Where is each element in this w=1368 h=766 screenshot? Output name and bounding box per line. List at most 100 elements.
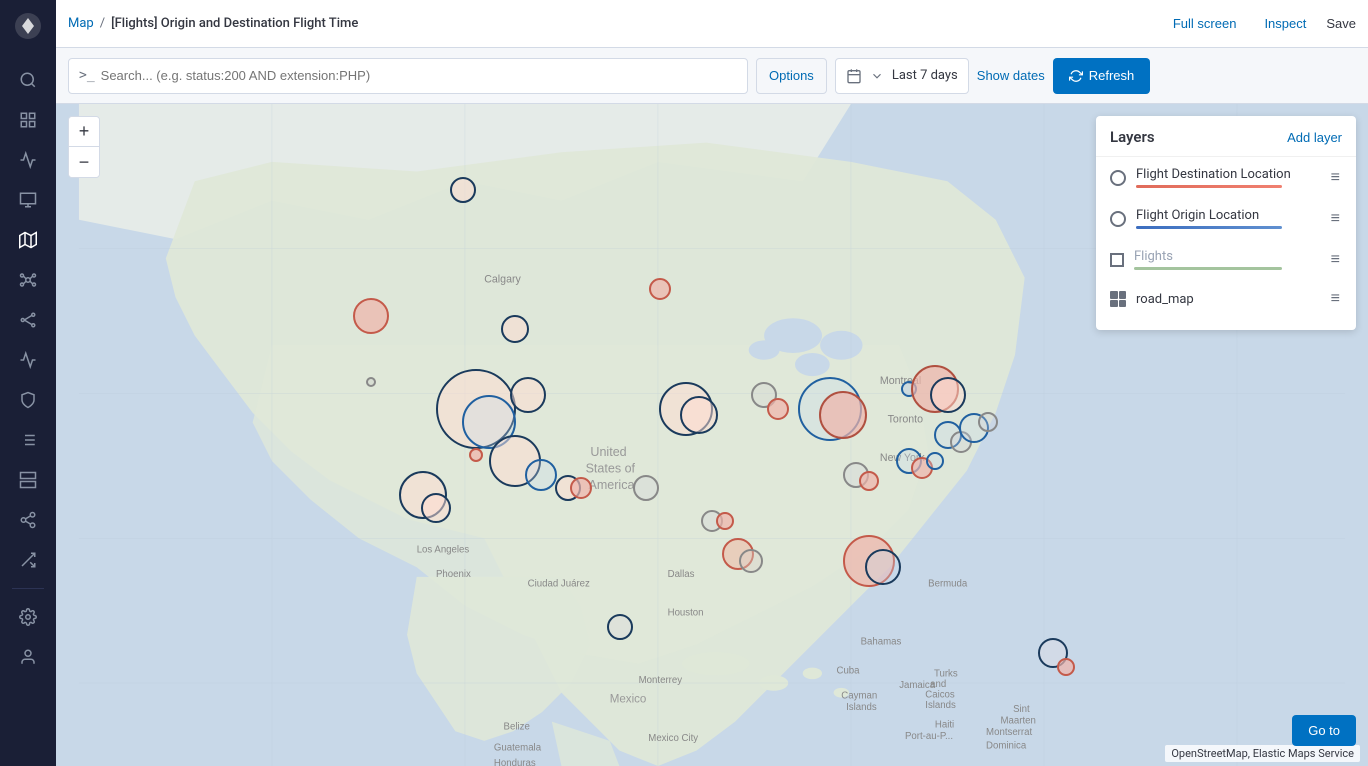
refresh-label: Refresh: [1089, 68, 1135, 83]
marker-calgary[interactable]: [649, 278, 671, 300]
inspect-button[interactable]: Inspect: [1256, 12, 1314, 35]
marker-mexico-city[interactable]: [607, 614, 633, 640]
marker-abq[interactable]: [633, 475, 659, 501]
marker-phoenix-sm[interactable]: [469, 448, 483, 462]
add-layer-button[interactable]: Add layer: [1287, 130, 1342, 145]
sidebar-item-dashboard[interactable]: [10, 102, 46, 138]
svg-text:Caicos: Caicos: [925, 689, 955, 700]
search-input-wrap: >_: [68, 58, 748, 94]
svg-text:Port-au-P...: Port-au-P...: [905, 731, 953, 742]
zoom-in-button[interactable]: +: [69, 117, 99, 147]
search-input[interactable]: [101, 68, 737, 83]
sidebar-item-discover[interactable]: [10, 62, 46, 98]
sidebar-item-logs[interactable]: [10, 422, 46, 458]
sidebar-item-integration[interactable]: [10, 542, 46, 578]
map-container[interactable]: Calgary Montreal Toronto New York United…: [56, 104, 1368, 766]
refresh-button[interactable]: Refresh: [1053, 58, 1151, 94]
layer-menu-flights[interactable]: ≡: [1329, 251, 1342, 269]
sidebar-item-canvas[interactable]: [10, 182, 46, 218]
layer-info-flights: Flights: [1134, 249, 1319, 270]
layers-title: Layers: [1110, 128, 1155, 146]
marker-west-sm[interactable]: [510, 377, 546, 413]
date-filter[interactable]: Last 7 days: [835, 58, 969, 94]
marker-raleigh2[interactable]: [926, 452, 944, 470]
marker-miami-sm[interactable]: [865, 549, 901, 585]
chevron-down-icon: [870, 69, 884, 83]
marker-pnw[interactable]: [501, 315, 529, 343]
sidebar-item-graph[interactable]: [10, 302, 46, 338]
marker-nw-dot[interactable]: [366, 377, 376, 387]
svg-text:Haiti: Haiti: [935, 719, 954, 730]
sidebar-item-maps[interactable]: [10, 222, 46, 258]
svg-text:Bahamas: Bahamas: [861, 636, 902, 647]
marker-la-med[interactable]: [421, 493, 451, 523]
marker-phoenix-med[interactable]: [525, 459, 557, 491]
layer-item-flights[interactable]: Flights ≡: [1096, 239, 1356, 280]
sidebar-item-infra[interactable]: [10, 462, 46, 498]
svg-text:Turks: Turks: [934, 668, 958, 679]
sidebar: [0, 0, 56, 766]
layer-item-road-map[interactable]: road_map ≡: [1096, 280, 1356, 318]
sidebar-item-uptime[interactable]: [10, 382, 46, 418]
layer-radio-origin[interactable]: [1110, 211, 1126, 227]
breadcrumb-parent[interactable]: Map: [68, 16, 94, 31]
svg-text:Mexico City: Mexico City: [648, 733, 698, 744]
svg-text:Cayman: Cayman: [841, 690, 877, 701]
marker-ny-med[interactable]: [978, 412, 998, 432]
svg-text:Islands: Islands: [846, 702, 877, 713]
zoom-out-button[interactable]: −: [69, 147, 99, 177]
sidebar-divider: [12, 588, 44, 589]
date-range-label: Last 7 days: [892, 68, 958, 83]
svg-text:America: America: [588, 478, 634, 492]
svg-text:Dominica: Dominica: [986, 741, 1027, 752]
app-logo[interactable]: [10, 8, 46, 44]
layer-radio-destination[interactable]: [1110, 170, 1126, 186]
options-button[interactable]: Options: [756, 58, 827, 94]
svg-text:Cuba: Cuba: [836, 665, 860, 676]
marker-denver-med[interactable]: [680, 396, 718, 434]
layer-menu-origin[interactable]: ≡: [1329, 210, 1342, 228]
sidebar-item-share[interactable]: [10, 502, 46, 538]
layer-line-flights: [1134, 267, 1282, 270]
svg-text:States of: States of: [586, 462, 636, 476]
marker-1[interactable]: [450, 177, 476, 203]
marker-atlanta-med[interactable]: [859, 471, 879, 491]
layer-menu-destination[interactable]: ≡: [1329, 169, 1342, 187]
marker-pr-sm[interactable]: [1057, 658, 1075, 676]
layer-name-flights: Flights: [1134, 249, 1319, 264]
main-content: Map / [Flights] Origin and Destination F…: [56, 0, 1368, 766]
topbar: Map / [Flights] Origin and Destination F…: [56, 0, 1368, 48]
layer-item-flight-destination[interactable]: Flight Destination Location ≡: [1096, 157, 1356, 198]
breadcrumb-separator: /: [100, 16, 105, 31]
calendar-icon: [846, 68, 862, 84]
svg-text:Montserrat: Montserrat: [986, 727, 1032, 738]
zoom-controls: + −: [68, 116, 100, 178]
save-button[interactable]: Save: [1326, 16, 1356, 31]
sidebar-item-settings[interactable]: [10, 599, 46, 635]
svg-text:Maarten: Maarten: [1001, 716, 1036, 727]
goto-button[interactable]: Go to: [1292, 715, 1356, 746]
sidebar-item-ml[interactable]: [10, 262, 46, 298]
fullscreen-button[interactable]: Full screen: [1165, 12, 1245, 35]
sidebar-item-user[interactable]: [10, 639, 46, 675]
layer-name-origin: Flight Origin Location: [1136, 208, 1319, 223]
marker-nw-pink[interactable]: [353, 298, 389, 334]
marker-mid-north2[interactable]: [767, 398, 789, 420]
layer-menu-road-map[interactable]: ≡: [1329, 290, 1342, 308]
svg-text:Guatemala: Guatemala: [494, 743, 542, 754]
sidebar-item-visualize[interactable]: [10, 142, 46, 178]
svg-text:United: United: [590, 445, 626, 459]
marker-toronto-med[interactable]: [930, 377, 966, 413]
svg-text:Houston: Houston: [668, 607, 704, 618]
layer-name-road-map: road_map: [1136, 292, 1319, 307]
marker-pho-sm2[interactable]: [570, 477, 592, 499]
sidebar-item-apm[interactable]: [10, 342, 46, 378]
layer-info-origin: Flight Origin Location: [1136, 208, 1319, 229]
marker-houston-med[interactable]: [739, 549, 763, 573]
layer-checkbox-flights[interactable]: [1110, 253, 1124, 267]
show-dates-button[interactable]: Show dates: [977, 68, 1045, 83]
marker-chicago-med[interactable]: [819, 391, 867, 439]
layer-item-flight-origin[interactable]: Flight Origin Location ≡: [1096, 198, 1356, 239]
marker-dallas-med[interactable]: [716, 512, 734, 530]
breadcrumb-current: [Flights] Origin and Destination Flight …: [111, 16, 358, 31]
